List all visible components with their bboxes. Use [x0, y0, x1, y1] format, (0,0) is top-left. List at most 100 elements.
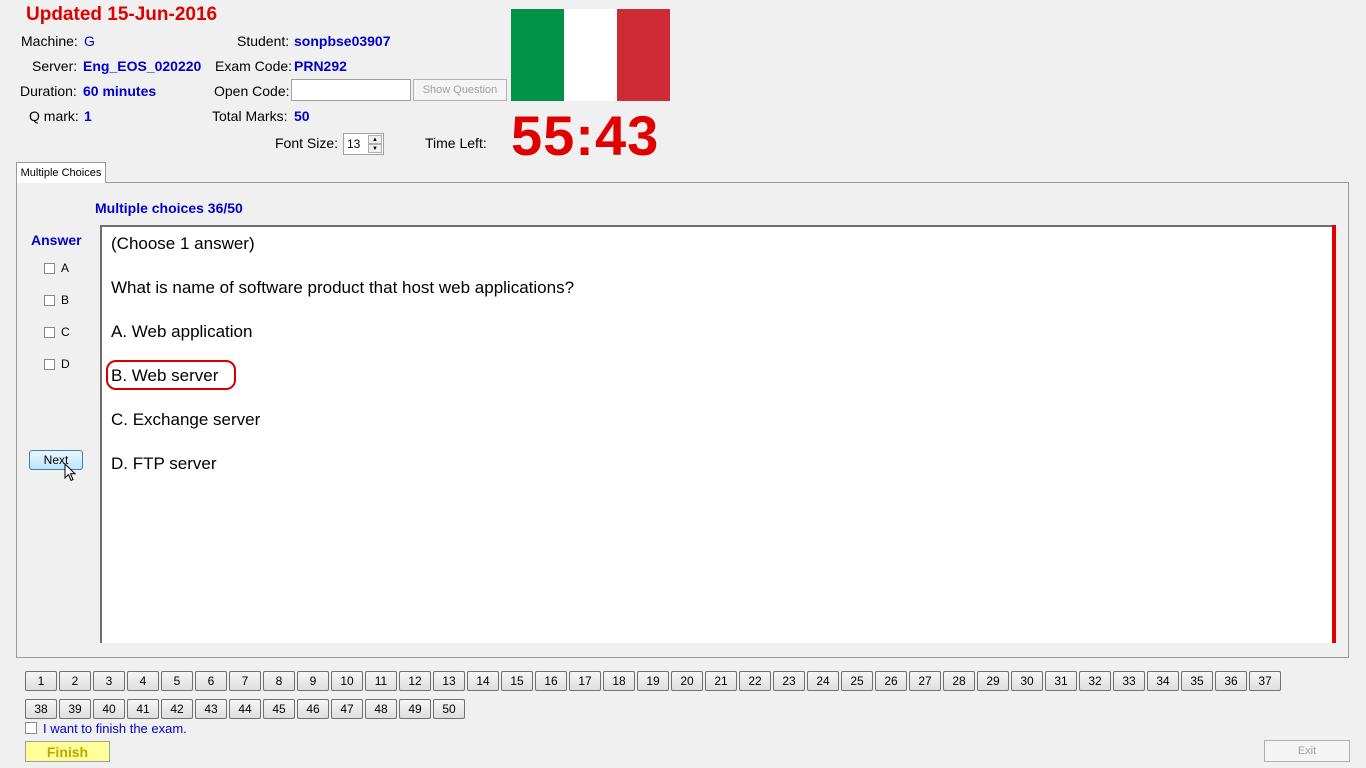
- font-size-stepper[interactable]: 13 ▲ ▼: [343, 133, 384, 155]
- question-box: (Choose 1 answer) What is name of softwa…: [100, 225, 1336, 643]
- machine-value: G: [84, 33, 95, 49]
- exam-code-value: PRN292: [294, 58, 347, 74]
- duration-value: 60 minutes: [83, 83, 157, 99]
- question-nav-button[interactable]: 48: [365, 699, 397, 719]
- option-d: D. FTP server: [111, 454, 217, 473]
- font-size-label: Font Size:: [275, 135, 339, 151]
- duration-label: Duration:: [20, 83, 77, 99]
- question-nav-row-2: 38 39 40 41 42 43 44 45 46 47 48 49 50: [25, 699, 1325, 719]
- question-nav-button[interactable]: 11: [365, 671, 397, 691]
- question-nav-button[interactable]: 27: [909, 671, 941, 691]
- option-c: C. Exchange server: [111, 410, 261, 429]
- question-nav-button[interactable]: 28: [943, 671, 975, 691]
- question-nav-button[interactable]: 5: [161, 671, 193, 691]
- exit-button[interactable]: Exit: [1264, 740, 1350, 762]
- question-nav-button[interactable]: 45: [263, 699, 295, 719]
- question-nav-button[interactable]: 39: [59, 699, 91, 719]
- updated-date: Updated 15-Jun-2016: [26, 4, 218, 25]
- question-nav-button[interactable]: 10: [331, 671, 363, 691]
- question-nav-button[interactable]: 37: [1249, 671, 1281, 691]
- question-nav-button[interactable]: 36: [1215, 671, 1247, 691]
- question-nav-button[interactable]: 14: [467, 671, 499, 691]
- stepper-down-icon[interactable]: ▼: [368, 144, 382, 153]
- question-text: What is name of software product that ho…: [111, 278, 575, 297]
- question-nav-button[interactable]: 25: [841, 671, 873, 691]
- question-nav-button[interactable]: 31: [1045, 671, 1077, 691]
- question-nav-button[interactable]: 8: [263, 671, 295, 691]
- question-scroll-bar: [1332, 225, 1336, 643]
- answer-highlight-circle: [106, 360, 236, 390]
- question-nav-button[interactable]: 49: [399, 699, 431, 719]
- question-nav-button[interactable]: 33: [1113, 671, 1145, 691]
- question-nav-button[interactable]: 47: [331, 699, 363, 719]
- question-nav-button[interactable]: 43: [195, 699, 227, 719]
- question-nav-button[interactable]: 44: [229, 699, 261, 719]
- finish-exam-checkbox[interactable]: [25, 722, 37, 734]
- server-value: Eng_EOS_020220: [83, 58, 202, 74]
- question-instruction: (Choose 1 answer): [111, 234, 255, 253]
- question-nav-button[interactable]: 12: [399, 671, 431, 691]
- question-nav-button[interactable]: 42: [161, 699, 193, 719]
- question-nav-button[interactable]: 23: [773, 671, 805, 691]
- question-nav-button[interactable]: 13: [433, 671, 465, 691]
- question-nav-button[interactable]: 6: [195, 671, 227, 691]
- option-a: A. Web application: [111, 322, 253, 341]
- answer-choice-d[interactable]: D: [44, 357, 70, 371]
- time-left-label: Time Left:: [425, 135, 487, 151]
- question-nav-button[interactable]: 24: [807, 671, 839, 691]
- flag-stripe-red: [617, 9, 670, 101]
- stepper-up-icon[interactable]: ▲: [368, 135, 382, 144]
- question-nav-button[interactable]: 21: [705, 671, 737, 691]
- question-nav-button[interactable]: 29: [977, 671, 1009, 691]
- exam-code-label: Exam Code:: [215, 58, 293, 74]
- question-nav-button[interactable]: 35: [1181, 671, 1213, 691]
- font-size-value: 13: [347, 137, 361, 151]
- question-nav-button[interactable]: 32: [1079, 671, 1111, 691]
- question-nav-button[interactable]: 30: [1011, 671, 1043, 691]
- question-nav-button[interactable]: 9: [297, 671, 329, 691]
- checkbox-a[interactable]: [44, 262, 55, 274]
- open-code-input[interactable]: [291, 79, 411, 101]
- answer-choice-a[interactable]: A: [44, 261, 69, 275]
- question-nav-button[interactable]: 40: [93, 699, 125, 719]
- total-marks-value: 50: [294, 108, 310, 124]
- checkbox-c[interactable]: [44, 326, 55, 338]
- flag-stripe-white: [564, 9, 617, 101]
- qmark-label: Q mark:: [29, 108, 79, 124]
- checkbox-d[interactable]: [44, 358, 55, 370]
- answer-choice-b[interactable]: B: [44, 293, 69, 307]
- question-nav-button[interactable]: 15: [501, 671, 533, 691]
- time-left-value: 55:43: [511, 104, 660, 167]
- tab-multiple-choices[interactable]: Multiple Choices: [16, 162, 106, 183]
- question-nav-button[interactable]: 1: [25, 671, 57, 691]
- question-nav-button[interactable]: 3: [93, 671, 125, 691]
- question-nav-button[interactable]: 20: [671, 671, 703, 691]
- question-nav-button[interactable]: 26: [875, 671, 907, 691]
- question-nav-button[interactable]: 16: [535, 671, 567, 691]
- choice-label-c: C: [61, 325, 70, 339]
- question-nav-button[interactable]: 50: [433, 699, 465, 719]
- question-nav-button[interactable]: 34: [1147, 671, 1179, 691]
- choice-label-b: B: [61, 293, 70, 307]
- question-nav-button[interactable]: 41: [127, 699, 159, 719]
- question-nav-button[interactable]: 18: [603, 671, 635, 691]
- question-progress: Multiple choices 36/50: [95, 200, 243, 216]
- question-nav-button[interactable]: 7: [229, 671, 261, 691]
- flag-stripe-green: [511, 9, 564, 101]
- finish-exam-label: I want to finish the exam.: [43, 721, 187, 736]
- question-nav-button[interactable]: 46: [297, 699, 329, 719]
- question-nav-button[interactable]: 38: [25, 699, 57, 719]
- checkbox-b[interactable]: [44, 294, 55, 306]
- question-nav-button[interactable]: 19: [637, 671, 669, 691]
- question-nav-button[interactable]: 2: [59, 671, 91, 691]
- finish-button[interactable]: Finish: [25, 741, 110, 762]
- open-code-label: Open Code:: [214, 83, 290, 99]
- question-nav-button[interactable]: 17: [569, 671, 601, 691]
- qmark-value: 1: [84, 108, 92, 124]
- show-question-button[interactable]: Show Question: [413, 79, 507, 101]
- answer-choice-c[interactable]: C: [44, 325, 70, 339]
- student-label: Student:: [237, 33, 290, 49]
- question-nav-row-1: 1 2 3 4 5 6 7 8 9 10 11 12 13 14 15 16 17 18 19 20 21 22 23 24 2…: [25, 671, 1325, 691]
- question-nav-button[interactable]: 4: [127, 671, 159, 691]
- question-nav-button[interactable]: 22: [739, 671, 771, 691]
